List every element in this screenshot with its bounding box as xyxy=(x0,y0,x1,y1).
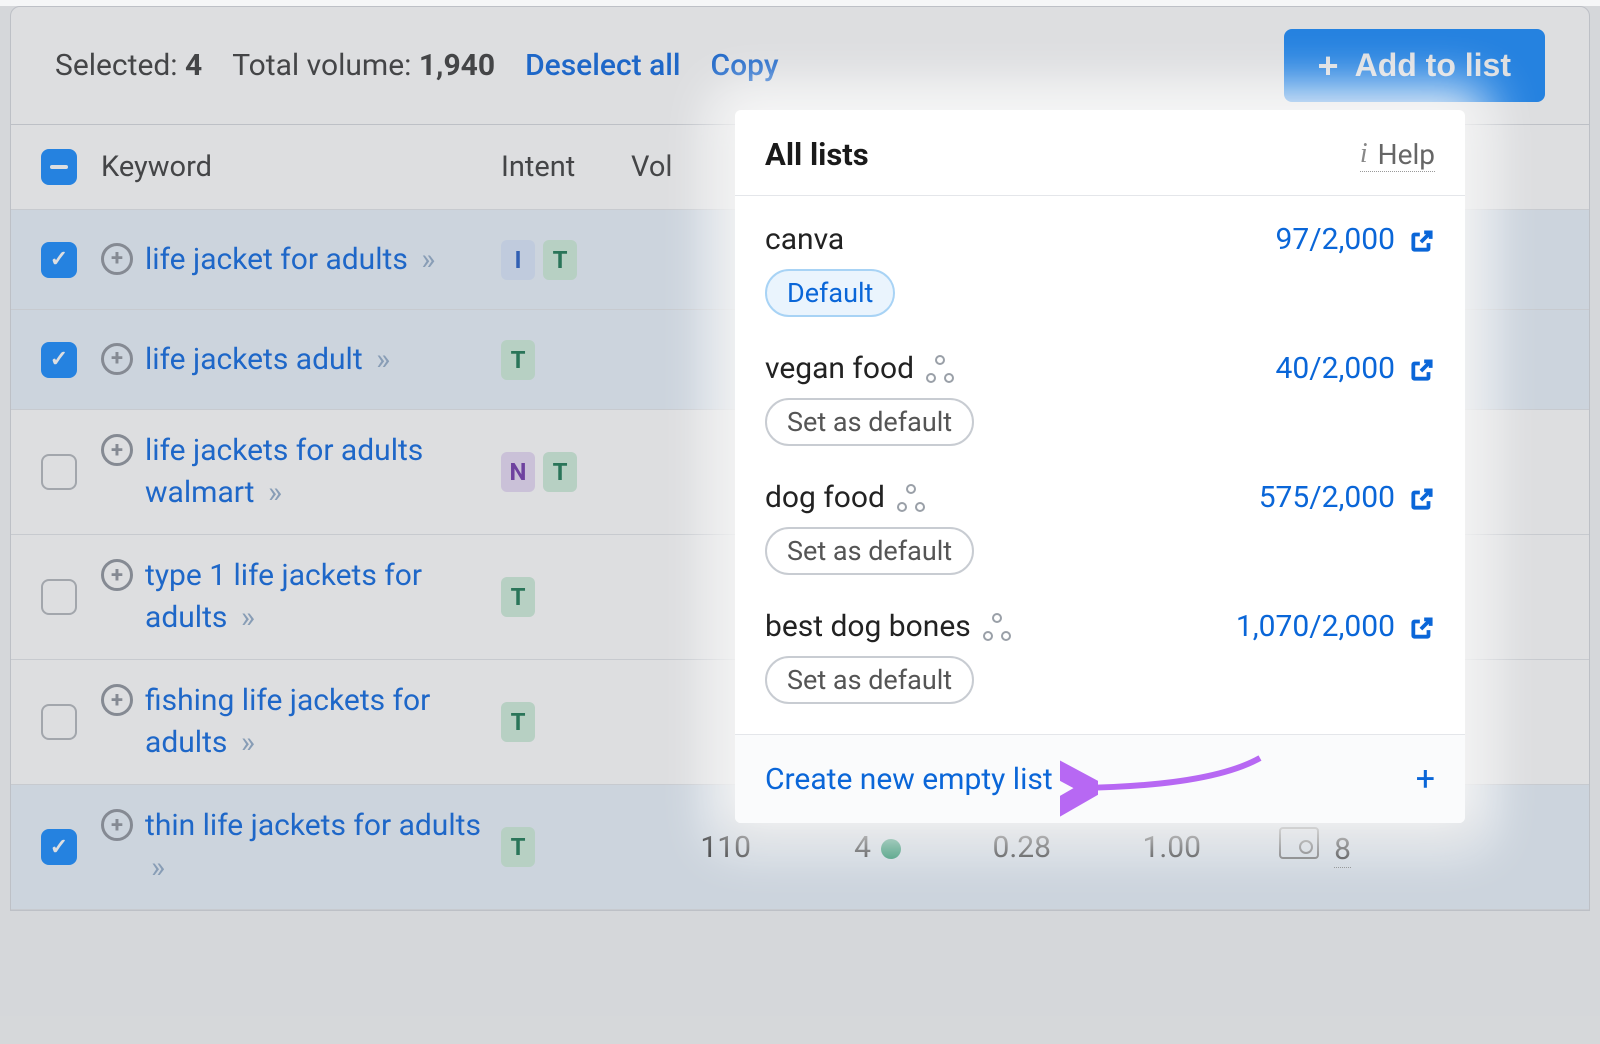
add-to-list-button[interactable]: + Add to list xyxy=(1284,29,1545,102)
set-as-default-button[interactable]: Set as default xyxy=(765,527,974,575)
intent-cell: T xyxy=(501,340,631,380)
intent-badge-t: T xyxy=(543,452,577,492)
list-count[interactable]: 1,070/2,000 xyxy=(1236,609,1435,644)
expand-icon[interactable]: + xyxy=(101,434,133,466)
list-item[interactable]: dog food 575/2,000 Set as default xyxy=(735,464,1465,593)
row-checkbox[interactable] xyxy=(41,829,77,865)
create-new-list-label: Create new empty list xyxy=(765,762,1053,797)
chevron-right-icon: » xyxy=(268,475,282,510)
add-to-list-label: Add to list xyxy=(1355,47,1511,84)
row-checkbox[interactable] xyxy=(41,704,77,740)
keyword-cell: + life jackets adult » xyxy=(101,339,501,381)
keyword-cell: + fishing life jackets for adults » xyxy=(101,680,501,764)
keyword-cell: + life jacket for adults » xyxy=(101,239,501,281)
chevron-right-icon: » xyxy=(241,725,255,760)
keyword-link[interactable]: life jackets adult » xyxy=(145,339,390,381)
competition-cell: 1.00 xyxy=(1071,830,1221,865)
expand-icon[interactable]: + xyxy=(101,243,133,275)
list-name: dog food xyxy=(765,480,925,515)
help-label: Help xyxy=(1378,138,1435,171)
cluster-icon xyxy=(926,355,954,383)
intent-badge-i: I xyxy=(501,240,535,280)
total-volume: Total volume: 1,940 xyxy=(232,48,495,83)
keyword-cell: + life jackets for adults walmart » xyxy=(101,430,501,514)
set-as-default-button[interactable]: Set as default xyxy=(765,656,974,704)
volume-cell: 110 xyxy=(631,830,771,865)
list-item[interactable]: canva 97/2,000 Default xyxy=(735,206,1465,335)
list-name: best dog bones xyxy=(765,609,1011,644)
intent-badge-t: T xyxy=(501,577,535,617)
selection-summary-bar: Selected: 4 Total volume: 1,940 Deselect… xyxy=(10,6,1590,125)
intent-badge-t: T xyxy=(501,827,535,867)
column-intent[interactable]: Intent xyxy=(501,150,631,184)
selected-value: 4 xyxy=(185,48,202,83)
list-name: canva xyxy=(765,222,844,257)
selected-count: Selected: 4 xyxy=(55,48,202,83)
kd-dot-icon xyxy=(881,839,901,859)
list-count[interactable]: 40/2,000 xyxy=(1276,351,1435,386)
plus-icon: + xyxy=(1416,759,1435,799)
all-lists-dropdown: All lists i Help canva 97/2,000 Default ve… xyxy=(735,110,1465,823)
row-checkbox[interactable] xyxy=(41,342,77,378)
intent-badge-t: T xyxy=(543,240,577,280)
intent-cell: IT xyxy=(501,240,631,280)
external-link-icon xyxy=(1409,485,1435,511)
intent-cell: T xyxy=(501,577,631,617)
expand-icon[interactable]: + xyxy=(101,809,133,841)
chevron-right-icon: » xyxy=(151,850,165,885)
keyword-link[interactable]: type 1 life jackets for adults » xyxy=(145,555,501,639)
serp-cell[interactable]: 8 xyxy=(1221,827,1371,867)
plus-icon: + xyxy=(1318,48,1339,84)
chevron-right-icon: » xyxy=(421,242,435,277)
select-all-checkbox[interactable] xyxy=(41,149,77,185)
intent-badge-n: N xyxy=(501,452,535,492)
kd-cell: 4 xyxy=(771,830,921,865)
default-badge: Default xyxy=(765,269,895,317)
chevron-right-icon: » xyxy=(376,342,390,377)
intent-cell: T xyxy=(501,702,631,742)
list-count[interactable]: 97/2,000 xyxy=(1276,222,1435,257)
selected-label: Selected: xyxy=(55,48,178,83)
list-item[interactable]: vegan food 40/2,000 Set as default xyxy=(735,335,1465,464)
chevron-right-icon: » xyxy=(241,600,255,635)
total-volume-value: 1,940 xyxy=(419,48,495,83)
list-item[interactable]: best dog bones 1,070/2,000 Set as default xyxy=(735,593,1465,722)
list-name: vegan food xyxy=(765,351,954,386)
list-count[interactable]: 575/2,000 xyxy=(1259,480,1435,515)
keyword-link[interactable]: thin life jackets for adults » xyxy=(145,805,501,889)
row-checkbox[interactable] xyxy=(41,242,77,278)
keyword-link[interactable]: life jacket for adults » xyxy=(145,239,435,281)
external-link-icon xyxy=(1409,356,1435,382)
external-link-icon xyxy=(1409,227,1435,253)
keyword-link[interactable]: life jackets for adults walmart » xyxy=(145,430,501,514)
expand-icon[interactable]: + xyxy=(101,559,133,591)
cluster-icon xyxy=(897,484,925,512)
serp-icon xyxy=(1279,827,1319,859)
deselect-all-link[interactable]: Deselect all xyxy=(525,48,680,83)
help-link[interactable]: i Help xyxy=(1360,138,1435,172)
set-as-default-button[interactable]: Set as default xyxy=(765,398,974,446)
keyword-cell: + type 1 life jackets for adults » xyxy=(101,555,501,639)
create-new-list-button[interactable]: Create new empty list + xyxy=(735,734,1465,823)
intent-badge-t: T xyxy=(501,702,535,742)
copy-link[interactable]: Copy xyxy=(711,48,779,83)
row-checkbox[interactable] xyxy=(41,579,77,615)
total-volume-label: Total volume: xyxy=(232,48,411,83)
intent-badge-t: T xyxy=(501,340,535,380)
keyword-link[interactable]: fishing life jackets for adults » xyxy=(145,680,501,764)
cluster-icon xyxy=(983,613,1011,641)
expand-icon[interactable]: + xyxy=(101,343,133,375)
dropdown-title: All lists xyxy=(765,136,869,173)
expand-icon[interactable]: + xyxy=(101,684,133,716)
column-keyword[interactable]: Keyword xyxy=(101,150,501,184)
row-checkbox[interactable] xyxy=(41,454,77,490)
intent-cell: NT xyxy=(501,452,631,492)
external-link-icon xyxy=(1409,614,1435,640)
info-icon: i xyxy=(1360,138,1368,170)
keyword-cell: + thin life jackets for adults » xyxy=(101,805,501,889)
column-volume[interactable]: Vol xyxy=(631,150,751,184)
cpc-cell: 0.28 xyxy=(921,830,1071,865)
intent-cell: T xyxy=(501,827,631,867)
